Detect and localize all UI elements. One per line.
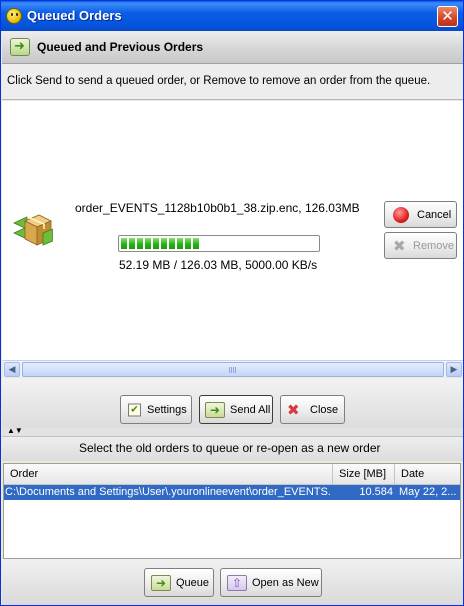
order-path-cell: C:\Documents and Settings\User\.youronli… bbox=[5, 486, 331, 498]
progress-segment bbox=[137, 238, 143, 249]
current-order-panel: order_EVENTS_1128b10b0b1_38.zip.enc, 126… bbox=[2, 101, 463, 360]
old-orders-table: Order Size [MB] Date C:\Documents and Se… bbox=[3, 463, 461, 559]
remove-button-label: Remove bbox=[413, 239, 454, 252]
column-header-size[interactable]: Size [MB] bbox=[333, 464, 395, 485]
table-row[interactable]: C:\Documents and Settings\User\.youronli… bbox=[4, 485, 460, 500]
old-orders-caption: Select the old orders to queue or re-ope… bbox=[79, 441, 381, 455]
close-x-icon: ✖ bbox=[287, 401, 300, 419]
table-header: Order Size [MB] Date bbox=[4, 464, 460, 485]
smiley-app-icon bbox=[6, 8, 22, 24]
old-orders-caption-bar: Select the old orders to queue or re-ope… bbox=[2, 436, 463, 461]
upload-progress-bar bbox=[118, 235, 320, 252]
instructions-text: Click Send to send a queued order, or Re… bbox=[7, 75, 431, 87]
cancel-button-label: Cancel bbox=[417, 208, 452, 221]
title-bar[interactable]: Queued Orders ✕ bbox=[1, 1, 463, 31]
queue-button[interactable]: ➜ Queue bbox=[144, 568, 214, 597]
window-close-button[interactable]: ✕ bbox=[437, 6, 458, 27]
splitter-arrows-icon[interactable]: ▲▼ bbox=[7, 427, 23, 435]
horizontal-scrollbar[interactable]: ◀ ▶ bbox=[3, 360, 463, 377]
send-all-button-label: Send All bbox=[230, 403, 271, 416]
page-title: Queued and Previous Orders bbox=[37, 40, 204, 54]
cancel-button[interactable]: Cancel bbox=[384, 201, 457, 228]
scrollbar-thumb[interactable] bbox=[22, 362, 444, 377]
progress-text: 52.19 MB / 126.03 MB, 5000.00 KB/s bbox=[119, 258, 318, 272]
progress-segment bbox=[121, 238, 127, 249]
queue-button-label: Queue bbox=[176, 576, 210, 589]
package-icon bbox=[13, 214, 53, 246]
progress-segment bbox=[169, 238, 175, 249]
progress-segment bbox=[129, 238, 135, 249]
open-as-new-button[interactable]: ⇧ Open as New bbox=[220, 568, 322, 597]
close-button[interactable]: ✖ Close bbox=[280, 395, 345, 424]
progress-segment bbox=[145, 238, 151, 249]
settings-button[interactable]: ✔ Settings bbox=[120, 395, 192, 424]
order-size-cell: 10.584 bbox=[359, 486, 393, 498]
send-all-button[interactable]: ➜ Send All bbox=[199, 395, 273, 424]
header-panel: Queued and Previous Orders bbox=[2, 31, 463, 64]
close-button-label: Close bbox=[310, 403, 339, 416]
open-as-new-button-label: Open as New bbox=[252, 576, 319, 589]
order-date-cell: May 22, 2... bbox=[399, 486, 457, 498]
progress-segment bbox=[193, 238, 199, 249]
remove-button[interactable]: ✖ Remove bbox=[384, 232, 457, 259]
queue-arrow-icon: ➜ bbox=[151, 574, 171, 591]
column-header-date[interactable]: Date bbox=[395, 464, 462, 485]
remove-x-icon: ✖ bbox=[393, 237, 406, 255]
progress-segment bbox=[161, 238, 167, 249]
column-header-order[interactable]: Order bbox=[4, 464, 333, 485]
scroll-left-button[interactable]: ◀ bbox=[4, 362, 20, 377]
progress-segment bbox=[185, 238, 191, 249]
send-arrow-icon bbox=[10, 38, 30, 56]
open-up-arrow-icon: ⇧ bbox=[227, 574, 247, 591]
order-filename: order_EVENTS_1128b10b0b1_38.zip.enc, 126… bbox=[75, 201, 360, 215]
scroll-right-button[interactable]: ▶ bbox=[446, 362, 462, 377]
checkbox-settings-icon: ✔ bbox=[128, 403, 141, 416]
window-title: Queued Orders bbox=[27, 8, 122, 23]
settings-button-label: Settings bbox=[147, 403, 187, 416]
progress-fill bbox=[121, 238, 317, 249]
instructions-bar: Click Send to send a queued order, or Re… bbox=[2, 64, 463, 100]
progress-segment bbox=[153, 238, 159, 249]
send-arrow-icon: ➜ bbox=[205, 401, 225, 418]
progress-segment bbox=[177, 238, 183, 249]
panel-splitter[interactable]: ▲▼ bbox=[2, 427, 463, 436]
queued-orders-window: Queued Orders ✕ Queued and Previous Orde… bbox=[0, 0, 464, 606]
stop-sign-icon bbox=[393, 206, 409, 223]
